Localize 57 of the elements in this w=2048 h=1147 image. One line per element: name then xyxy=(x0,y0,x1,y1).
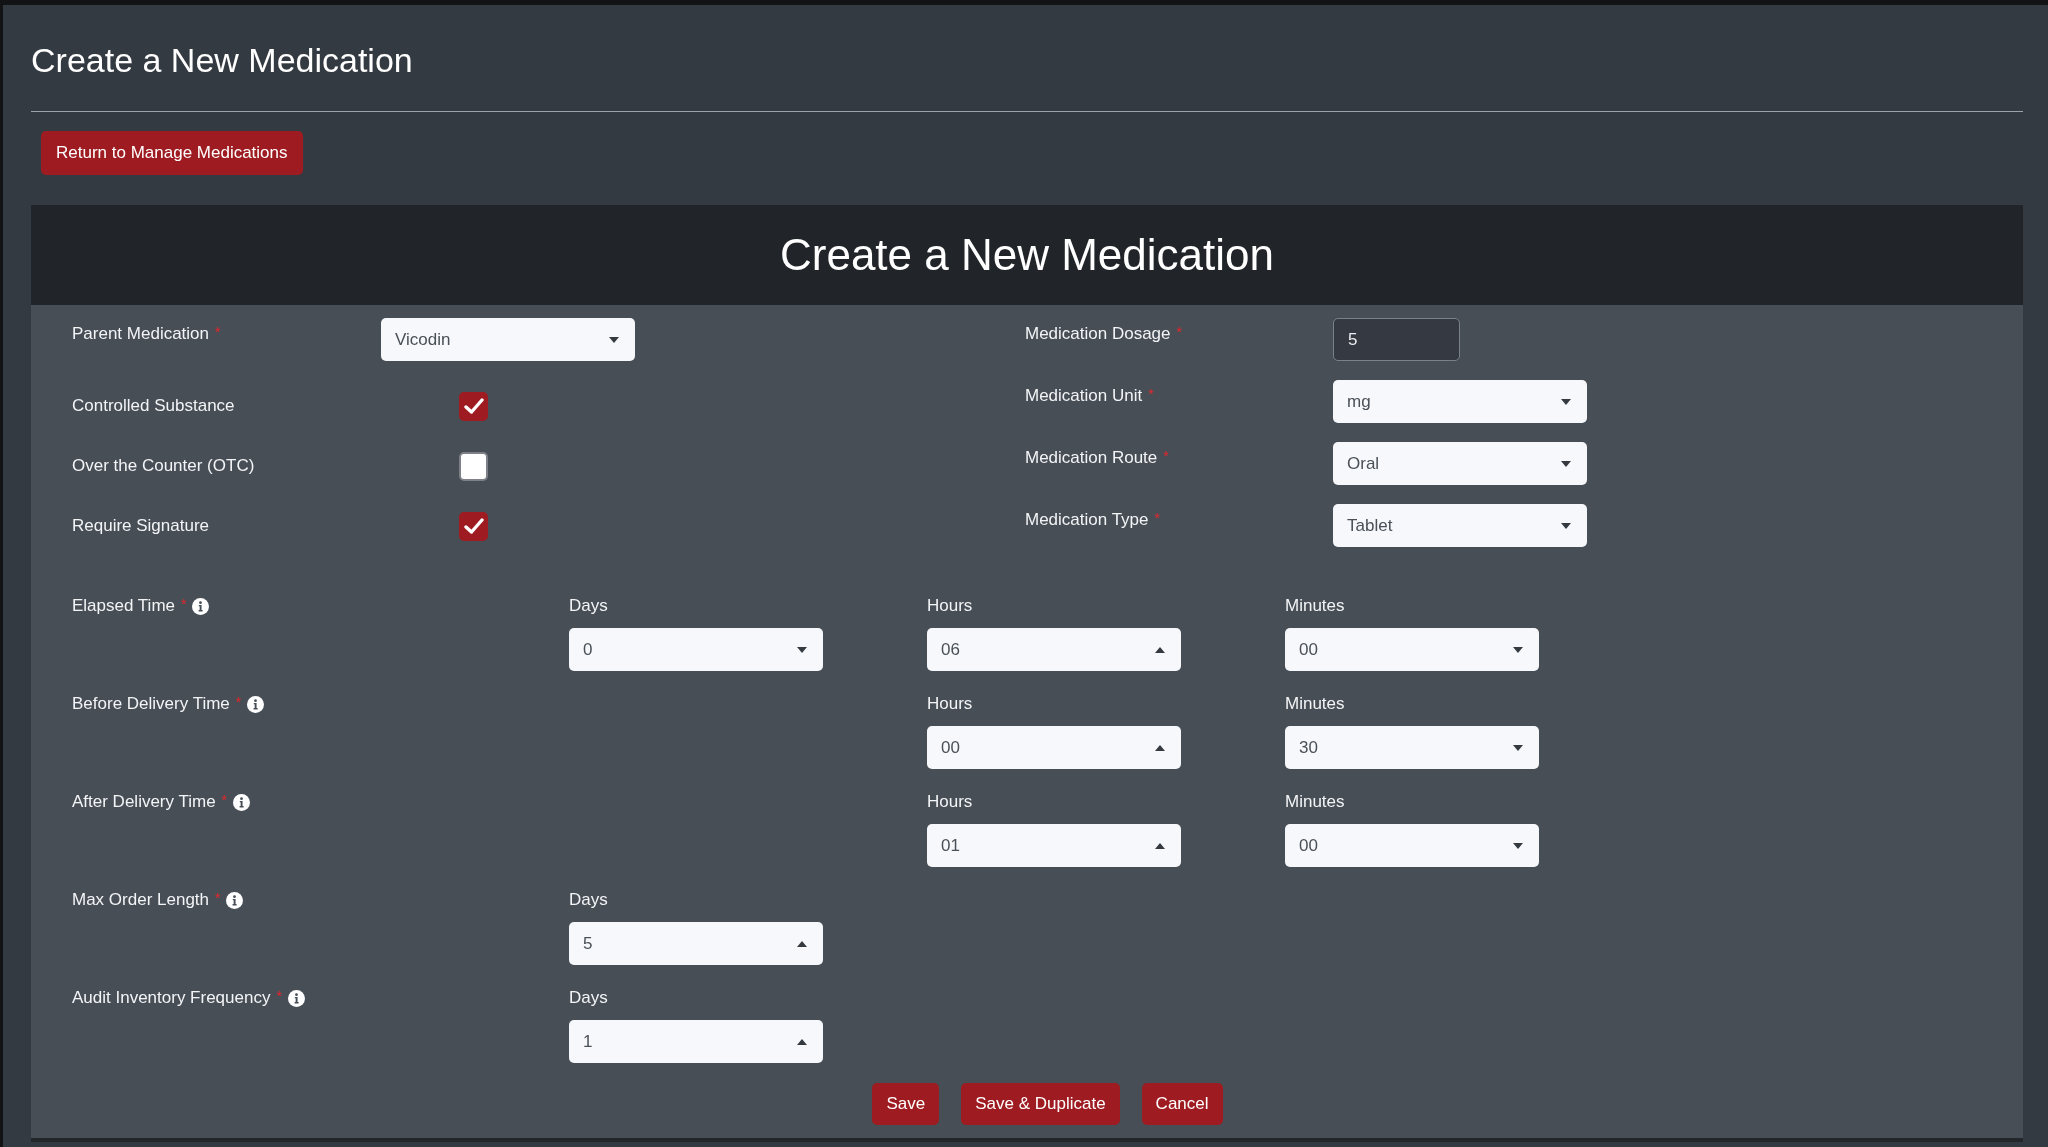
dropdown[interactable]: 1 xyxy=(569,1020,823,1063)
required-asterisk: * xyxy=(1176,325,1182,339)
dropdown[interactable]: Tablet xyxy=(1333,504,1587,547)
required-asterisk: * xyxy=(221,793,228,807)
dropdown[interactable]: 00 xyxy=(1285,824,1539,867)
checkbox[interactable] xyxy=(459,511,488,541)
required-asterisk: * xyxy=(1163,449,1169,463)
dropdown[interactable]: 0 xyxy=(569,628,823,671)
required-asterisk: * xyxy=(181,597,187,611)
field-label: Medication Unit xyxy=(1025,385,1143,407)
unit-label: Minutes xyxy=(1285,595,1345,617)
dropdown[interactable]: Vicodin xyxy=(381,318,635,361)
dropdown[interactable]: 01 xyxy=(927,824,1181,867)
action-button[interactable]: Save xyxy=(872,1083,940,1125)
field-label: Parent Medication xyxy=(72,323,210,345)
unit-label: Days xyxy=(569,987,608,1009)
unit-label: Minutes xyxy=(1285,791,1345,813)
dropdown[interactable]: Oral xyxy=(1333,442,1587,485)
required-asterisk: * xyxy=(215,325,221,339)
field-label: Before Delivery Time xyxy=(72,693,230,715)
required-asterisk: * xyxy=(215,891,221,905)
field-label: Require Signature xyxy=(72,515,210,537)
dosage-input[interactable]: 5 xyxy=(1333,318,1460,361)
page-title: Create a New Medication xyxy=(31,40,413,81)
unit-label: Days xyxy=(569,595,608,617)
dropdown[interactable]: 5 xyxy=(569,922,823,965)
action-button[interactable]: Save & Duplicate xyxy=(961,1083,1120,1125)
field-label: Audit Inventory Frequency xyxy=(72,987,271,1009)
field-label: Max Order Length xyxy=(72,889,209,911)
unit-label: Minutes xyxy=(1285,693,1345,715)
required-asterisk: * xyxy=(1148,387,1154,401)
checkbox[interactable] xyxy=(459,391,488,421)
field-label: After Delivery Time xyxy=(72,791,216,813)
dropdown[interactable]: 30 xyxy=(1285,726,1539,769)
dropdown[interactable]: 06 xyxy=(927,628,1181,671)
field-label: Medication Dosage xyxy=(1025,323,1171,345)
card-title: Create a New Medication xyxy=(780,230,1274,280)
required-asterisk: * xyxy=(235,695,242,709)
required-asterisk: * xyxy=(1154,511,1160,525)
return-button[interactable]: Return to Manage Medications xyxy=(41,131,303,175)
required-asterisk: * xyxy=(276,989,282,1003)
field-label: Medication Type xyxy=(1025,509,1149,531)
check-icon xyxy=(463,517,484,535)
action-button[interactable]: Cancel xyxy=(1141,1083,1223,1125)
field-label: Controlled Substance xyxy=(72,395,235,417)
unit-label: Hours xyxy=(927,595,973,617)
unit-label: Hours xyxy=(927,791,973,813)
dropdown[interactable]: mg xyxy=(1333,380,1587,423)
field-label: Elapsed Time xyxy=(72,595,175,617)
unit-label: Days xyxy=(569,889,608,911)
field-label: Medication Route xyxy=(1025,447,1158,469)
unit-label: Hours xyxy=(927,693,973,715)
check-icon xyxy=(463,397,484,415)
dropdown[interactable]: 00 xyxy=(927,726,1181,769)
field-label: Over the Counter (OTC) xyxy=(72,455,255,477)
dropdown[interactable]: 00 xyxy=(1285,628,1539,671)
checkbox[interactable] xyxy=(459,451,488,481)
